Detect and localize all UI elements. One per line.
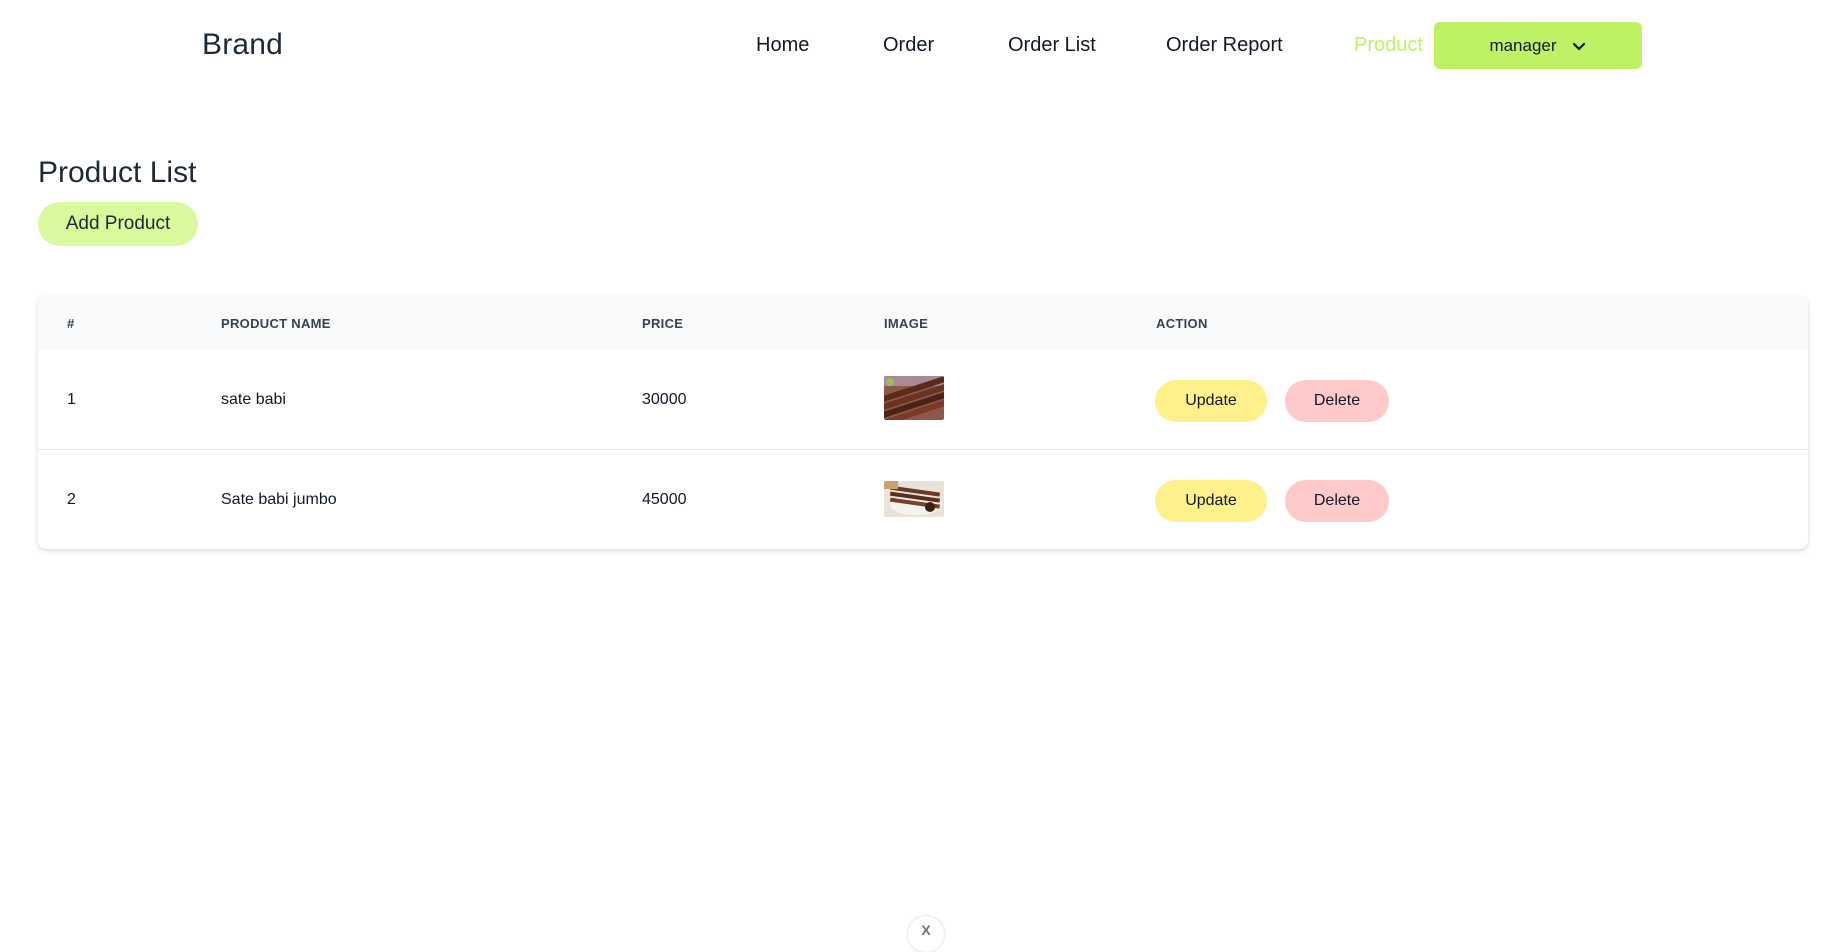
product-image	[884, 481, 944, 517]
product-name: sate babi	[221, 391, 286, 408]
floating-close-button[interactable]: X	[908, 916, 944, 952]
column-header-action: ACTION	[1156, 316, 1208, 331]
delete-button[interactable]: Delete	[1285, 480, 1389, 522]
nav-home[interactable]: Home	[756, 34, 809, 57]
row-index: 1	[67, 391, 76, 408]
update-button[interactable]: Update	[1155, 480, 1267, 522]
update-button[interactable]: Update	[1155, 380, 1267, 422]
product-image	[884, 376, 944, 420]
table-row: 1 sate babi 30000 Update Delete	[38, 350, 1808, 450]
product-table: # PRODUCT NAME PRICE IMAGE ACTION 1 sate…	[38, 296, 1808, 549]
user-menu-label: manager	[1489, 35, 1557, 55]
nav-product[interactable]: Product	[1354, 34, 1423, 57]
column-header-price: PRICE	[642, 316, 684, 331]
column-header-product-name: PRODUCT NAME	[221, 316, 331, 331]
nav-order-report[interactable]: Order Report	[1166, 34, 1283, 57]
chevron-down-icon	[1572, 42, 1585, 50]
page-title: Product List	[38, 156, 197, 189]
row-index: 2	[67, 491, 76, 508]
floating-close-label: X	[921, 922, 931, 938]
product-price: 30000	[642, 391, 687, 408]
table-header: # PRODUCT NAME PRICE IMAGE ACTION	[38, 296, 1808, 350]
column-header-image: IMAGE	[884, 316, 929, 331]
product-price: 45000	[642, 491, 687, 508]
column-header-index: #	[67, 316, 75, 331]
add-product-button[interactable]: Add Product	[38, 202, 198, 246]
navbar: Brand Home Order Order List Order Report…	[0, 0, 1844, 92]
user-menu-button[interactable]: manager	[1434, 22, 1642, 69]
delete-button[interactable]: Delete	[1285, 380, 1389, 422]
product-name: Sate babi jumbo	[221, 491, 337, 508]
nav-order[interactable]: Order	[883, 34, 934, 57]
table-row: 2 Sate babi jumbo 45000 Update Delete	[38, 451, 1808, 549]
nav-order-list[interactable]: Order List	[1008, 34, 1096, 57]
